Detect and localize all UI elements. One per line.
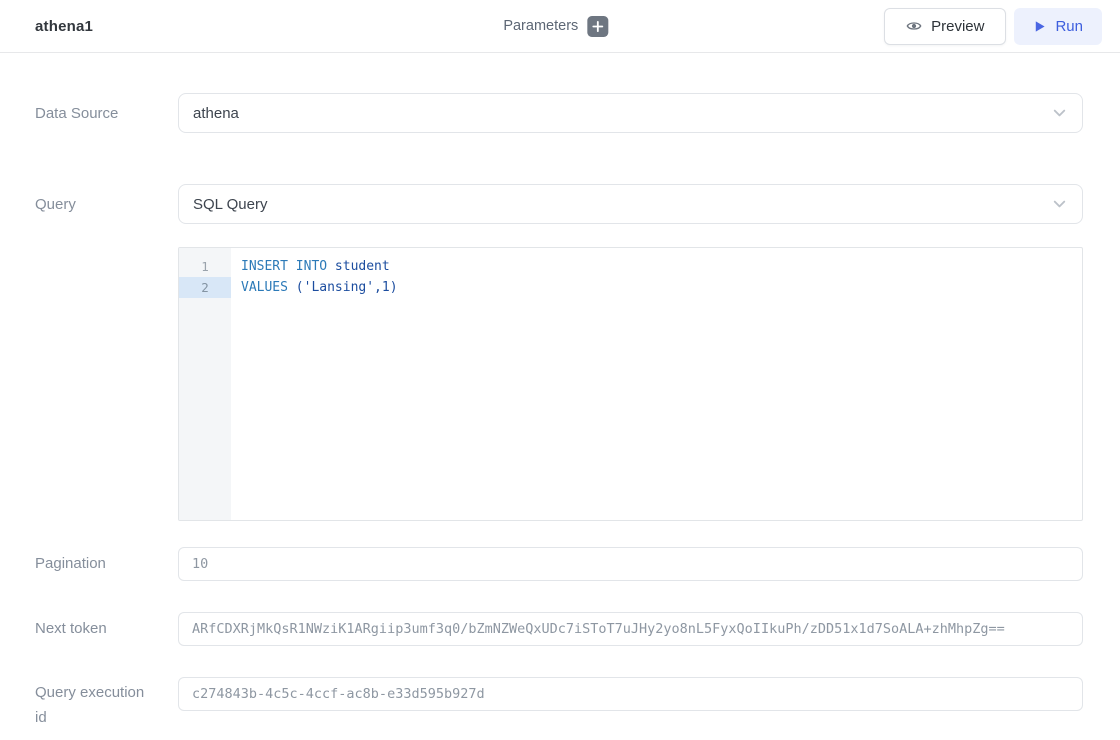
query-title: athena1 — [35, 18, 93, 35]
query-type-select[interactable]: SQL Query — [178, 184, 1083, 224]
editor-code: INSERT INTO studentVALUES ('Lansing',1) — [231, 248, 1082, 520]
chevron-down-icon — [1050, 104, 1069, 123]
query-execution-id-label: Query execution id — [35, 680, 153, 730]
chevron-down-icon — [1050, 195, 1069, 214]
sql-editor[interactable]: 12 INSERT INTO studentVALUES ('Lansing',… — [178, 247, 1083, 521]
run-label: Run — [1055, 18, 1083, 35]
play-icon — [1033, 20, 1046, 33]
data-source-select[interactable]: athena — [178, 93, 1083, 133]
query-type-value: SQL Query — [193, 196, 267, 213]
plus-icon — [592, 21, 603, 32]
query-editor-page: athena1 Parameters Preview Run — [0, 0, 1120, 740]
code-line: VALUES ('Lansing',1) — [241, 277, 1072, 298]
next-token-label: Next token — [35, 616, 153, 641]
next-token-input[interactable] — [178, 612, 1083, 646]
header-actions: Preview Run — [884, 8, 1102, 45]
pagination-label: Pagination — [35, 551, 153, 576]
query-execution-id-input[interactable] — [178, 677, 1083, 711]
line-number: 2 — [179, 277, 231, 298]
editor-gutter: 12 — [179, 248, 231, 520]
preview-label: Preview — [931, 18, 984, 35]
data-source-value: athena — [193, 105, 239, 122]
query-label: Query — [35, 192, 153, 217]
code-line: INSERT INTO student — [241, 256, 1072, 277]
eye-icon — [906, 18, 922, 34]
parameters-group: Parameters — [503, 16, 608, 37]
add-parameter-button[interactable] — [587, 16, 608, 37]
header: athena1 Parameters Preview Run — [0, 0, 1120, 53]
preview-button[interactable]: Preview — [884, 8, 1006, 45]
line-number: 1 — [179, 256, 231, 277]
run-button[interactable]: Run — [1014, 8, 1102, 45]
pagination-input[interactable] — [178, 547, 1083, 581]
data-source-label: Data Source — [35, 101, 153, 126]
parameters-label: Parameters — [503, 18, 578, 34]
